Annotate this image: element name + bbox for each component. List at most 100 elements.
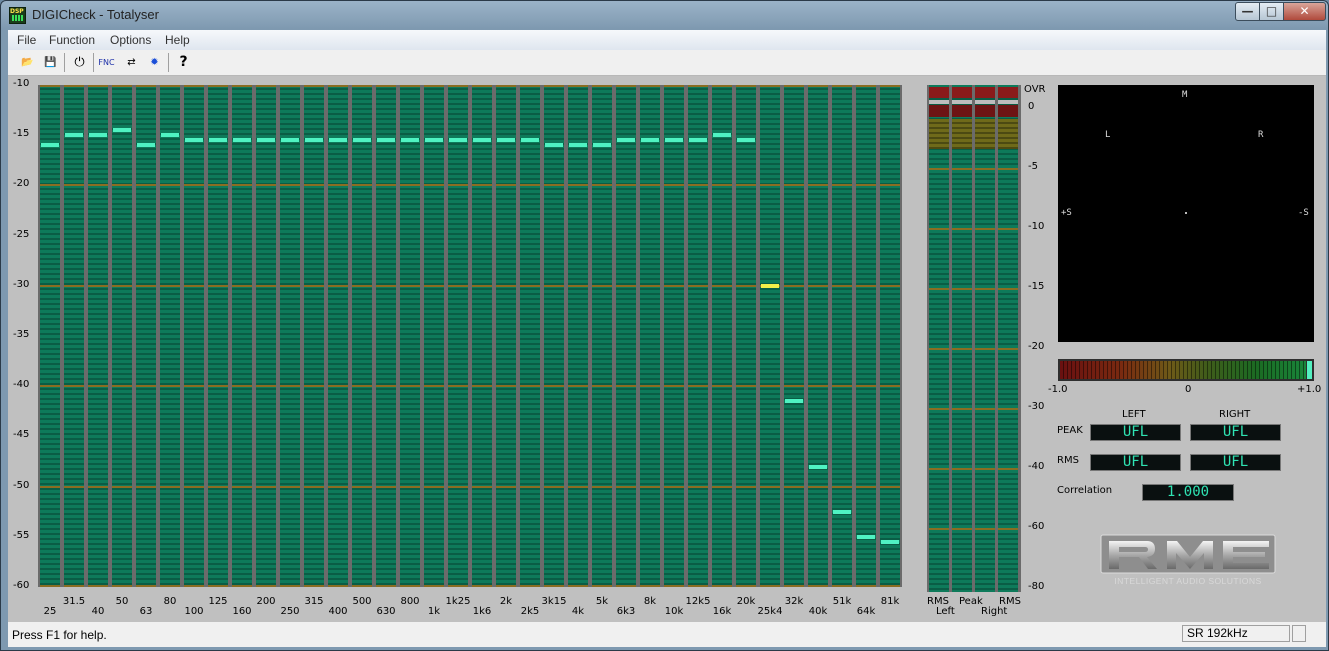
level-scale-label: -20 bbox=[1028, 341, 1045, 352]
freq-label: 81k bbox=[880, 596, 900, 607]
freq-label: 2k5 bbox=[520, 606, 540, 617]
freq-label: 250 bbox=[280, 606, 300, 617]
peak-marker bbox=[65, 133, 83, 138]
status-blank-panel bbox=[1292, 625, 1306, 642]
peak-marker bbox=[689, 138, 707, 143]
band-12k5 bbox=[688, 85, 708, 587]
menu-help[interactable]: Help bbox=[165, 33, 190, 47]
menu-function[interactable]: Function bbox=[49, 33, 95, 47]
spectrum-analyzer bbox=[38, 85, 902, 587]
peak-marker bbox=[521, 138, 539, 143]
band-6k3 bbox=[616, 85, 636, 587]
sample-rate-indicator: SR 192kHz bbox=[1182, 625, 1290, 642]
rms-label: RMS bbox=[1057, 455, 1079, 466]
toolbar: 📂 💾 ⏻ FNC ⇄ ✹ ? bbox=[8, 50, 1326, 76]
gonio-center-dot bbox=[1185, 212, 1187, 214]
save-icon[interactable]: 💾 bbox=[41, 53, 60, 72]
level-scale-label: 0 bbox=[1028, 101, 1035, 112]
peak-left-display: UFL bbox=[1090, 424, 1181, 441]
corr-scale-min: -1.0 bbox=[1048, 384, 1068, 395]
band-40 bbox=[88, 85, 108, 587]
settings-icon[interactable]: ⇄ bbox=[122, 53, 141, 72]
app-window: DSP DIGICheck - Totalyser — □ ✕ File Fun… bbox=[0, 0, 1329, 651]
peak-marker bbox=[569, 143, 587, 148]
level-scale-label: -30 bbox=[1028, 401, 1045, 412]
freq-label: 1k6 bbox=[472, 606, 492, 617]
level-meter-peak-right bbox=[975, 85, 995, 592]
maximize-button[interactable]: □ bbox=[1259, 2, 1284, 21]
menu-file[interactable]: File bbox=[17, 33, 36, 47]
dsp-app-icon: DSP bbox=[9, 7, 26, 24]
gonio-label-m: M bbox=[1182, 90, 1188, 100]
freq-label: 40 bbox=[91, 606, 105, 617]
freq-label: 100 bbox=[184, 606, 204, 617]
function-icon[interactable]: FNC bbox=[97, 53, 116, 72]
band-160 bbox=[232, 85, 252, 587]
peak-marker bbox=[209, 138, 227, 143]
title-bar[interactable]: DSP DIGICheck - Totalyser — □ ✕ bbox=[1, 1, 1328, 29]
band-32k bbox=[784, 85, 804, 587]
band-25 bbox=[40, 85, 60, 587]
freq-label: 25k4 bbox=[757, 606, 783, 617]
close-button[interactable]: ✕ bbox=[1283, 2, 1326, 21]
open-folder-icon[interactable]: 📂 bbox=[18, 53, 37, 72]
rme-logo: INTELLIGENT AUDIO SOLUTIONS bbox=[1100, 534, 1276, 586]
y-scale-label: -10 bbox=[13, 78, 30, 89]
level-col-label-peak: Peak bbox=[959, 596, 983, 607]
help-icon[interactable]: ? bbox=[174, 53, 193, 72]
brightness-icon[interactable]: ✹ bbox=[145, 53, 164, 72]
peak-marker bbox=[833, 509, 851, 514]
y-scale-label: -20 bbox=[13, 178, 30, 190]
freq-label: 25 bbox=[43, 606, 57, 617]
minimize-button[interactable]: — bbox=[1235, 2, 1260, 21]
peak-marker bbox=[881, 539, 899, 544]
status-bar: Press F1 for help. SR 192kHz bbox=[8, 622, 1326, 647]
power-icon[interactable]: ⏻ bbox=[70, 53, 89, 72]
band-63 bbox=[136, 85, 156, 587]
band-8k bbox=[640, 85, 660, 587]
menu-bar: File Function Options Help bbox=[8, 30, 1326, 50]
y-scale-label: -15 bbox=[13, 128, 30, 140]
peak-marker bbox=[185, 138, 203, 143]
band-4k bbox=[568, 85, 588, 587]
correlation-display: 1.000 bbox=[1142, 484, 1234, 501]
band-250 bbox=[280, 85, 300, 587]
band-2k bbox=[496, 85, 516, 587]
level-scale-label: -80 bbox=[1028, 581, 1045, 592]
band-80 bbox=[160, 85, 180, 587]
band-31.5 bbox=[64, 85, 84, 587]
level-scale-label: -15 bbox=[1028, 281, 1045, 292]
peak-marker bbox=[857, 534, 875, 539]
menu-options[interactable]: Options bbox=[110, 33, 151, 47]
y-scale-label: -50 bbox=[13, 479, 30, 491]
level-scale-label: -5 bbox=[1028, 161, 1038, 172]
peak-marker bbox=[497, 138, 515, 143]
freq-label: 160 bbox=[232, 606, 252, 617]
band-25k4 bbox=[760, 85, 780, 587]
correlation-indicator bbox=[1307, 361, 1312, 379]
peak-marker bbox=[281, 138, 299, 143]
freq-label: 4k bbox=[571, 606, 585, 617]
totalyser-panel: RMS Peak RMS Left Right M L R +S -S -1.0… bbox=[8, 76, 1326, 622]
rms-left-display: UFL bbox=[1090, 454, 1181, 471]
peak-marker bbox=[737, 138, 755, 143]
peak-marker bbox=[713, 133, 731, 138]
app-icon-text: DSP bbox=[10, 8, 24, 15]
band-2k5 bbox=[520, 85, 540, 587]
level-meter-peak-left bbox=[952, 85, 972, 592]
gonio-label-minus-s: -S bbox=[1298, 208, 1309, 218]
freq-label: 1k bbox=[427, 606, 441, 617]
correlation-label: Correlation bbox=[1057, 485, 1113, 496]
freq-label: 10k bbox=[664, 606, 684, 617]
band-16k bbox=[712, 85, 732, 587]
peak-marker bbox=[89, 133, 107, 138]
band-800 bbox=[400, 85, 420, 587]
channel-label-right: Right bbox=[981, 606, 1008, 617]
gonio-label-l: L bbox=[1105, 130, 1111, 140]
band-315 bbox=[304, 85, 324, 587]
readout-right-header: RIGHT bbox=[1219, 409, 1251, 420]
y-scale-label: -45 bbox=[13, 429, 30, 441]
window-title: DIGICheck - Totalyser bbox=[32, 7, 159, 22]
peak-marker bbox=[425, 138, 443, 143]
y-scale-label: -40 bbox=[13, 379, 30, 391]
